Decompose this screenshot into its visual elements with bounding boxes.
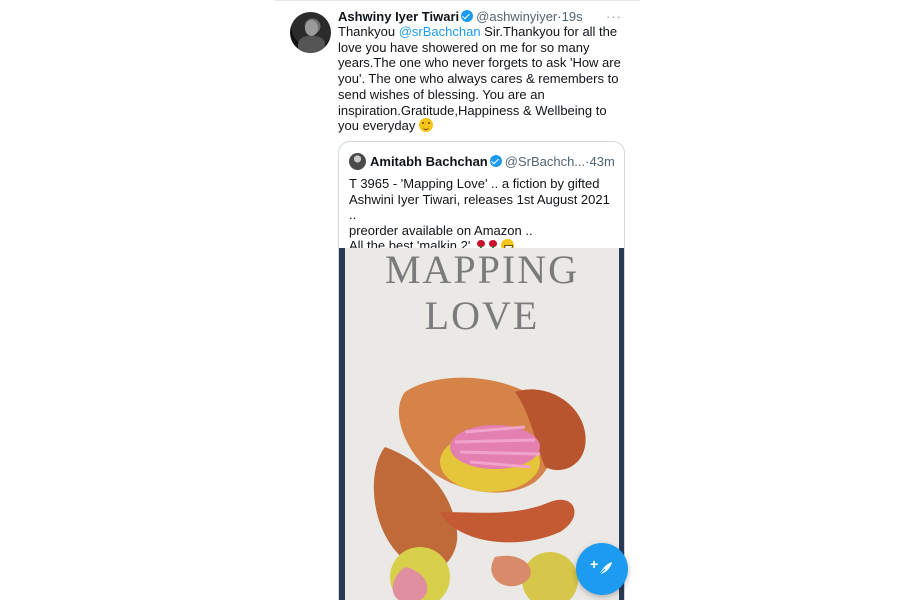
compose-tweet-button[interactable]: +: [576, 543, 628, 595]
flower-petal: [440, 499, 575, 543]
book-cover: MAPPING LOVE: [345, 248, 619, 600]
tweet-time[interactable]: 19s: [562, 9, 583, 24]
flower-petal: [491, 555, 531, 587]
tweet-text-part: Thankyou: [338, 24, 399, 39]
author-avatar[interactable]: [290, 12, 331, 53]
book-cover-image[interactable]: MAPPING LOVE: [339, 248, 624, 600]
quoted-text-line: preorder available on Amazon ..: [349, 222, 533, 238]
author-handle[interactable]: @ashwinyiyer: [476, 9, 557, 24]
hugging-face-emoji-icon: [418, 118, 433, 133]
verified-badge-icon: [461, 10, 474, 22]
more-options-icon[interactable]: ···: [606, 9, 622, 24]
mention-link[interactable]: @srBachchan: [399, 24, 481, 39]
quoted-author-name: Amitabh Bachchan: [370, 154, 488, 169]
tweet-text: Thankyou @srBachchan Sir.Thankyou for al…: [338, 24, 623, 134]
flower-stamen: [450, 425, 540, 469]
quoted-tweet-header: Amitabh Bachchan @SrBachch...·43m: [370, 153, 620, 170]
book-title-line: MAPPING: [384, 247, 580, 292]
compose-feather-icon: [597, 562, 612, 577]
quoted-author-handle: @SrBachch...: [504, 154, 586, 169]
flower-bud: [522, 552, 578, 600]
quoted-text-line: T 3965 - 'Mapping Love' .. a fiction by …: [349, 176, 600, 191]
avatar-face: [305, 20, 318, 36]
quoted-tweet-time: 43m: [589, 154, 615, 169]
quoted-author-avatar: [349, 153, 366, 170]
verified-badge-icon: [489, 155, 502, 167]
book-title-line: LOVE: [424, 293, 540, 338]
divider: [275, 0, 640, 1]
tweet-screenshot: Ashwiny Iyer Tiwari @ashwinyiyer·19s ··· …: [275, 0, 640, 600]
avatar-body: [298, 36, 325, 53]
quoted-tweet-card[interactable]: Amitabh Bachchan @SrBachch...·43m T 3965 …: [338, 141, 625, 600]
author-name[interactable]: Ashwiny Iyer Tiwari: [338, 9, 459, 24]
quoted-tweet-text: T 3965 - 'Mapping Love' .. a fiction by …: [349, 176, 619, 254]
quoted-text-line: Ashwini Iyer Tiwari, releases 1st August…: [349, 191, 610, 223]
tweet-text-part: Sir.Thankyou for all the love you have s…: [338, 24, 621, 134]
